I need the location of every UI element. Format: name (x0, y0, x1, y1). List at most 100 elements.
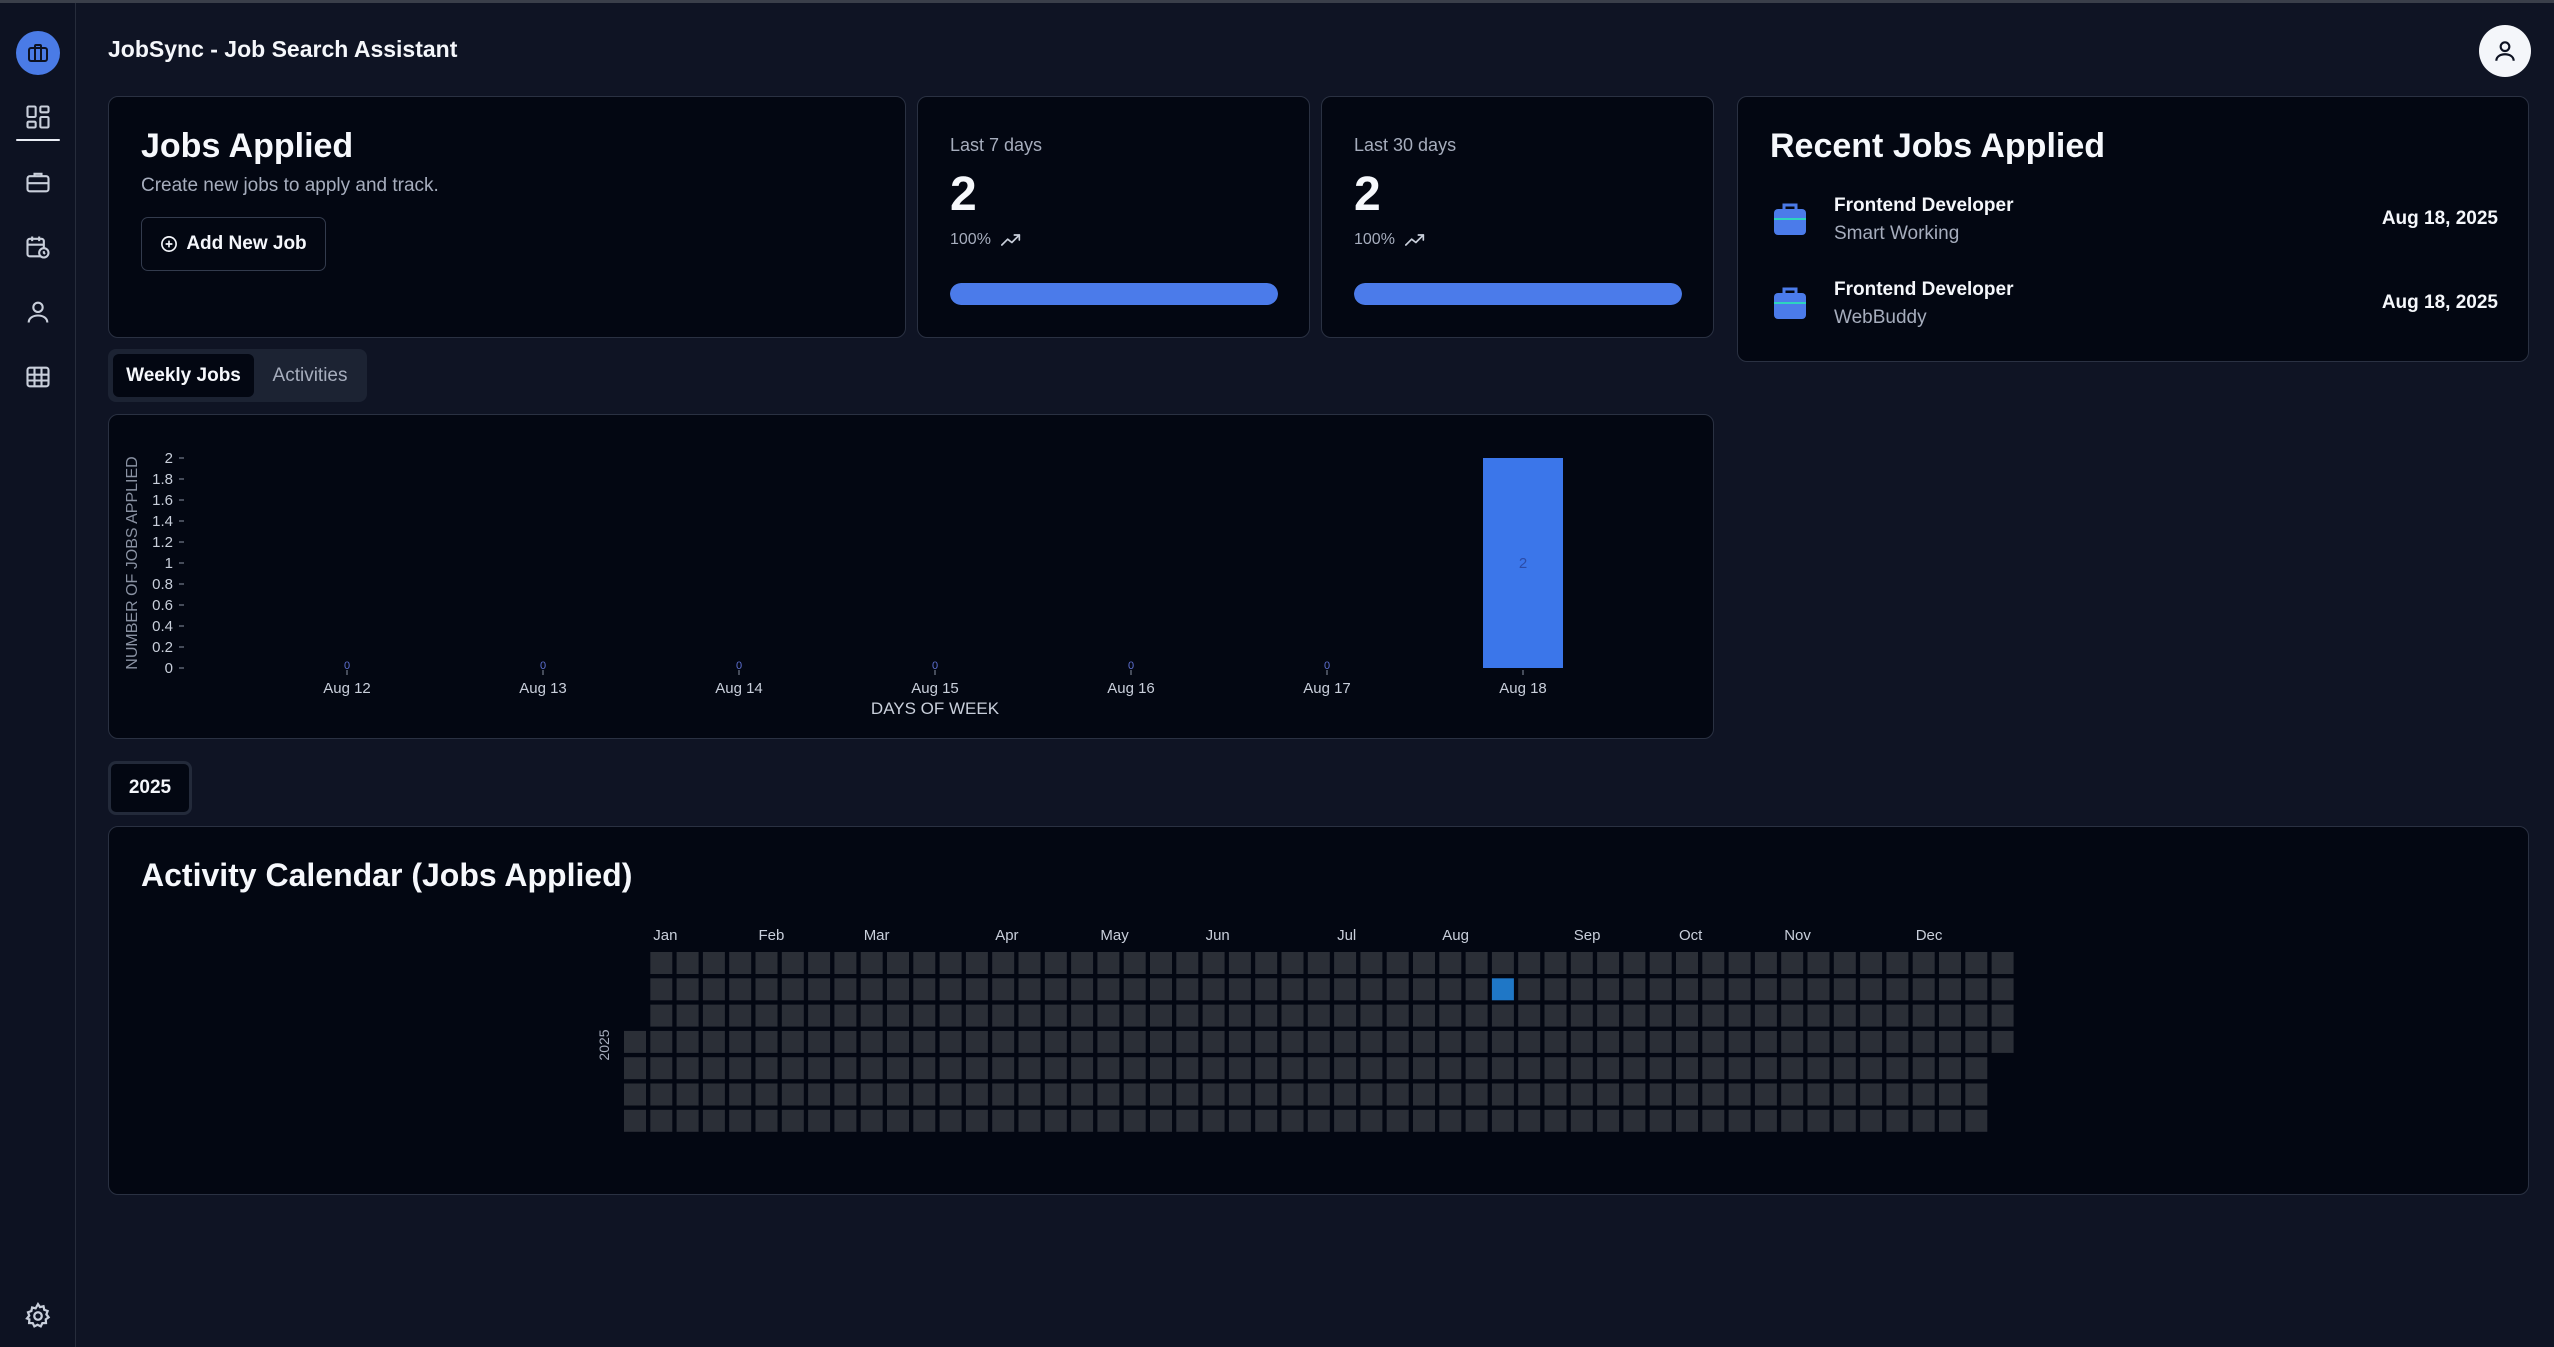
calendar-day[interactable] (1676, 1057, 1698, 1080)
year-filter-button[interactable]: 2025 (108, 761, 192, 815)
calendar-day[interactable] (1702, 978, 1725, 1001)
calendar-day[interactable] (1281, 1083, 1304, 1106)
calendar-day[interactable] (913, 1030, 936, 1053)
calendar-day[interactable] (1623, 1004, 1646, 1027)
calendar-day[interactable] (1202, 1109, 1225, 1132)
calendar-day[interactable] (939, 1109, 962, 1132)
calendar-day[interactable] (1807, 952, 1830, 974)
calendar-day[interactable] (1307, 1030, 1330, 1053)
calendar-day[interactable] (808, 1030, 831, 1053)
calendar-day[interactable] (1150, 1083, 1172, 1106)
calendar-day[interactable] (808, 978, 831, 1001)
calendar-day[interactable] (1386, 1057, 1409, 1080)
calendar-day[interactable] (1912, 978, 1935, 1001)
calendar-day[interactable] (1544, 978, 1567, 1001)
calendar-day[interactable] (1728, 1057, 1751, 1080)
calendar-day[interactable] (992, 1030, 1015, 1053)
calendar-day[interactable] (1597, 952, 1620, 974)
calendar-day[interactable] (1544, 1109, 1567, 1132)
calendar-day[interactable] (860, 1030, 883, 1053)
calendar-day[interactable] (1728, 1109, 1751, 1132)
calendar-day[interactable] (702, 978, 725, 1001)
calendar-day[interactable] (1833, 1004, 1856, 1027)
calendar-day[interactable] (1649, 1030, 1672, 1053)
calendar-day[interactable] (781, 1030, 804, 1053)
app-logo[interactable] (16, 31, 60, 75)
calendar-day[interactable] (1071, 1109, 1094, 1132)
calendar-day[interactable] (913, 1109, 936, 1132)
calendar-day[interactable] (1439, 1083, 1462, 1106)
calendar-day[interactable] (729, 952, 752, 974)
sidebar-item-jobs[interactable] (14, 158, 62, 206)
calendar-day[interactable] (1491, 1004, 1514, 1027)
calendar-day[interactable] (1991, 1004, 2014, 1027)
calendar-day[interactable] (1886, 978, 1909, 1001)
calendar-day[interactable] (1807, 978, 1830, 1001)
calendar-day[interactable] (992, 1004, 1015, 1027)
calendar-day[interactable] (1334, 1109, 1357, 1132)
calendar-day[interactable] (887, 1004, 909, 1027)
calendar-day[interactable] (1991, 952, 2014, 974)
calendar-day[interactable] (1597, 1004, 1620, 1027)
calendar-day[interactable] (1281, 1057, 1304, 1080)
calendar-day[interactable] (1702, 952, 1725, 974)
calendar-day[interactable] (1150, 952, 1172, 974)
calendar-day[interactable] (808, 952, 831, 974)
calendar-day[interactable] (650, 1083, 673, 1106)
calendar-day[interactable] (1071, 978, 1094, 1001)
calendar-day[interactable] (624, 1109, 646, 1132)
calendar-day[interactable] (939, 1083, 962, 1106)
calendar-day[interactable] (1360, 978, 1383, 1001)
calendar-day[interactable] (1965, 1057, 1988, 1080)
calendar-day[interactable] (1071, 1057, 1094, 1080)
calendar-day[interactable] (1360, 952, 1383, 974)
calendar-day[interactable] (1702, 1109, 1725, 1132)
calendar-day[interactable] (624, 1057, 646, 1080)
calendar-day[interactable] (834, 1057, 857, 1080)
calendar-day[interactable] (1781, 1004, 1804, 1027)
calendar-day[interactable] (1255, 1109, 1278, 1132)
sidebar-item-profile[interactable] (14, 288, 62, 336)
calendar-day[interactable] (1491, 1030, 1514, 1053)
calendar-day[interactable] (1597, 1057, 1620, 1080)
calendar-day[interactable] (1255, 1004, 1278, 1027)
calendar-day[interactable] (1150, 1004, 1172, 1027)
calendar-day[interactable] (1176, 1030, 1199, 1053)
calendar-day[interactable] (1202, 1030, 1225, 1053)
calendar-day[interactable] (1255, 978, 1278, 1001)
calendar-day[interactable] (1676, 978, 1698, 1001)
calendar-day[interactable] (676, 1109, 699, 1132)
calendar-day[interactable] (1097, 1057, 1120, 1080)
calendar-day[interactable] (650, 1057, 673, 1080)
calendar-day[interactable] (992, 1109, 1015, 1132)
calendar-day[interactable] (624, 1083, 646, 1106)
calendar-day[interactable] (755, 1030, 778, 1053)
calendar-day[interactable] (1860, 978, 1883, 1001)
calendar-day[interactable] (1649, 952, 1672, 974)
calendar-day[interactable] (1123, 1004, 1146, 1027)
calendar-day[interactable] (729, 1109, 752, 1132)
calendar-day[interactable] (1939, 952, 1961, 974)
calendar-day[interactable] (676, 1004, 699, 1027)
calendar-day[interactable] (834, 952, 857, 974)
calendar-day[interactable] (1439, 1109, 1462, 1132)
calendar-day[interactable] (1044, 952, 1067, 974)
add-new-job-button[interactable]: Add New Job (141, 217, 326, 271)
calendar-day[interactable] (1833, 1109, 1856, 1132)
calendar-day[interactable] (887, 978, 909, 1001)
calendar-day[interactable] (1465, 1030, 1488, 1053)
calendar-day[interactable] (1228, 1057, 1251, 1080)
calendar-day[interactable] (1150, 1109, 1172, 1132)
calendar-day[interactable] (887, 1057, 909, 1080)
calendar-day[interactable] (1176, 1057, 1199, 1080)
calendar-day[interactable] (1702, 1030, 1725, 1053)
calendar-day[interactable] (1018, 1083, 1041, 1106)
calendar-day[interactable] (965, 1030, 988, 1053)
calendar-day[interactable] (1518, 1030, 1541, 1053)
calendar-day[interactable] (992, 1083, 1015, 1106)
calendar-day[interactable] (1807, 1057, 1830, 1080)
calendar-day[interactable] (1334, 1030, 1357, 1053)
calendar-day[interactable] (1886, 1083, 1909, 1106)
calendar-day[interactable] (1413, 1109, 1435, 1132)
calendar-day[interactable] (624, 1030, 646, 1053)
